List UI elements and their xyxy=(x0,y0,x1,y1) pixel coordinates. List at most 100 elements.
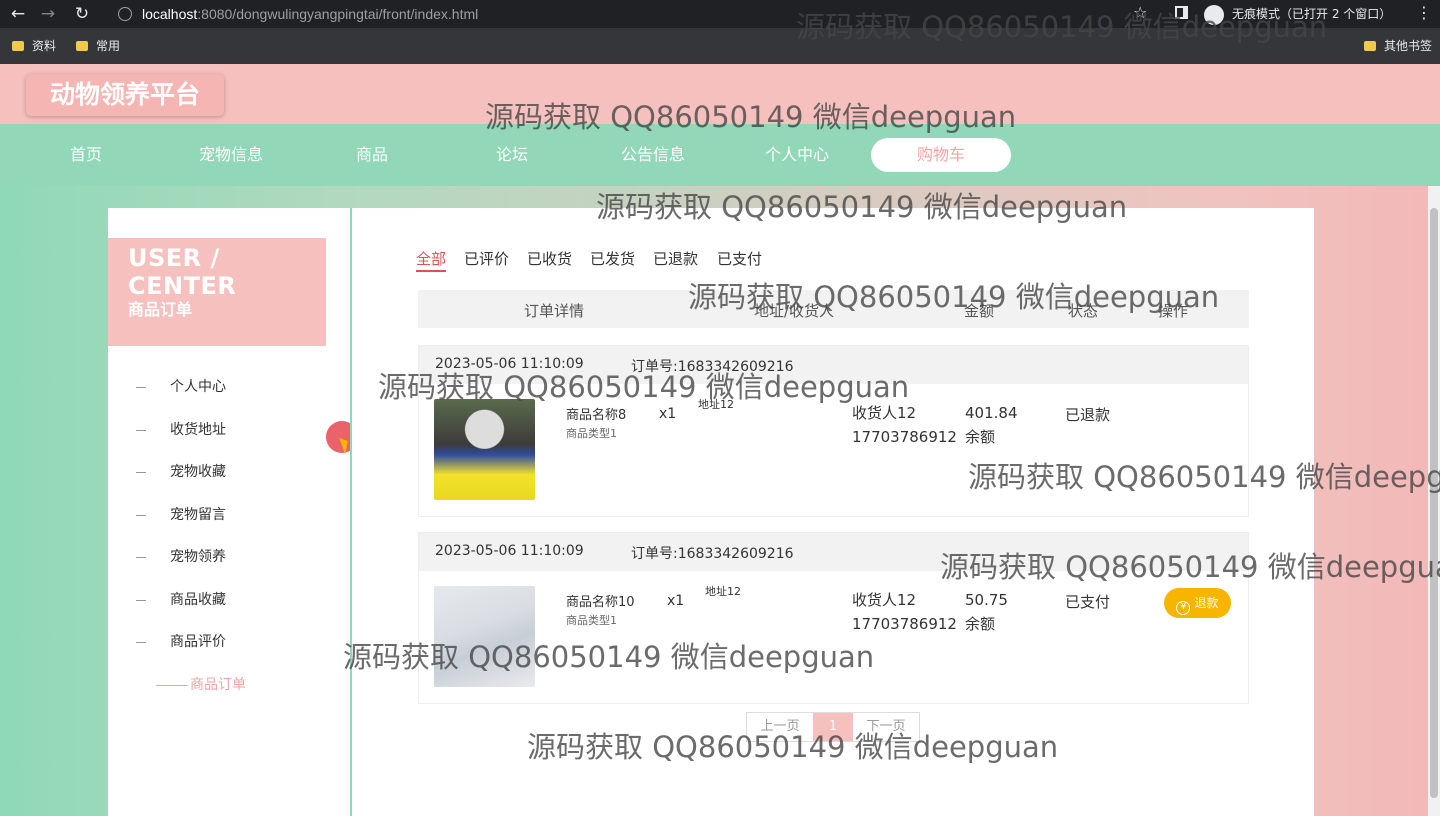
tab-received[interactable]: 已收货 xyxy=(527,248,572,270)
order-row-header: 2023-05-06 11:10:09 订单号:1683342609216 xyxy=(419,533,1248,571)
sidebar-item-label: 收货地址 xyxy=(170,422,226,438)
order-number: 订单号:1683342609216 xyxy=(631,359,794,375)
sidebar-item-label: 宠物领养 xyxy=(170,549,226,565)
order-amount: 401.84 余额 xyxy=(965,401,1018,449)
tab-refunded[interactable]: 已退款 xyxy=(653,248,698,270)
sidebar-item-address[interactable]: 收货地址 xyxy=(136,418,226,442)
order-status: 已支付 xyxy=(1065,593,1111,611)
page-scrollbar[interactable] xyxy=(1428,186,1440,816)
order-receiver: 收货人12 17703786912 xyxy=(852,588,957,636)
column-header: 金额 xyxy=(964,302,995,320)
refund-button-label: 退款 xyxy=(1194,596,1219,610)
browser-toolbar: ← → ↻ localhost:8080/dongwulingyangpingt… xyxy=(0,0,1440,28)
url-path: :8080/dongwulingyangpingtai/front/index.… xyxy=(197,6,479,22)
incognito-icon xyxy=(1204,4,1224,25)
nav-goods[interactable]: 商品 xyxy=(336,138,408,172)
sidebar-title: USER / CENTER xyxy=(128,244,237,300)
nav-cart[interactable]: 购物车 xyxy=(871,138,1011,172)
main-nav: 首页 宠物信息 商品 论坛 公告信息 个人中心 购物车 xyxy=(0,124,1440,186)
order-row-header: 2023-05-06 11:10:09 订单号:1683342609216 xyxy=(419,346,1248,384)
sidebar-item-goods-favorites[interactable]: 商品收藏 xyxy=(136,588,226,612)
prev-page-button[interactable]: 上一页 xyxy=(747,713,813,741)
bookmark-star-icon[interactable]: ☆ xyxy=(1133,3,1147,22)
menu-icon[interactable]: ⋮ xyxy=(1416,3,1432,22)
order-address: 地址12 xyxy=(705,585,741,598)
sidebar-item-label: 商品评价 xyxy=(170,634,226,650)
dash-icon xyxy=(136,556,146,558)
column-header: 状态 xyxy=(1068,302,1099,320)
address-bar[interactable]: localhost:8080/dongwulingyangpingtai/fro… xyxy=(106,2,1156,26)
product-name[interactable]: 商品名称8 xyxy=(566,404,626,423)
dash-icon xyxy=(136,514,146,516)
order-amount: 50.75 余额 xyxy=(965,588,1008,636)
product-quantity: x1 xyxy=(659,406,677,422)
bookmarks-bar: 资料 常用 其他书签 xyxy=(0,28,1440,64)
scrollbar-thumb[interactable] xyxy=(1430,208,1438,798)
current-page[interactable]: 1 xyxy=(813,713,853,741)
sidebar-icon[interactable] xyxy=(1175,6,1188,19)
dash-icon xyxy=(136,386,146,388)
order-time: 2023-05-06 11:10:09 xyxy=(435,356,584,372)
sidebar-item-label: 宠物留言 xyxy=(170,507,226,523)
dash-icon xyxy=(136,599,146,601)
nav-forum[interactable]: 论坛 xyxy=(476,138,548,172)
payment-method: 余额 xyxy=(965,615,996,633)
site-logo[interactable]: 动物领养平台 xyxy=(26,74,224,116)
amount-value: 50.75 xyxy=(965,591,1008,609)
sidebar-subtitle: 商品订单 xyxy=(128,300,193,319)
bookmark-folder[interactable]: 资料 xyxy=(12,38,56,54)
order-number: 订单号:1683342609216 xyxy=(631,546,794,562)
tab-reviewed[interactable]: 已评价 xyxy=(464,248,509,270)
nav-home[interactable]: 首页 xyxy=(50,138,122,172)
product-name[interactable]: 商品名称10 xyxy=(566,591,635,610)
user-center-sidebar: USER / CENTER 商品订单 个人中心 收货地址 宠物收藏 宠物留言 宠… xyxy=(108,208,350,816)
forward-icon[interactable]: → xyxy=(38,4,58,24)
bookmark-label: 其他书签 xyxy=(1384,39,1433,53)
bookmark-folder[interactable]: 常用 xyxy=(76,38,120,54)
sidebar-item-goods-reviews[interactable]: 商品评价 xyxy=(136,630,226,654)
dash-icon xyxy=(136,471,146,473)
next-page-button[interactable]: 下一页 xyxy=(853,713,919,741)
nav-notice[interactable]: 公告信息 xyxy=(608,138,698,172)
pagination: 上一页 1 下一页 xyxy=(746,712,920,742)
sidebar-item-user-center[interactable]: 个人中心 xyxy=(136,375,226,399)
tab-all[interactable]: 全部 xyxy=(416,248,447,272)
sidebar-item-pet-adoption[interactable]: 宠物领养 xyxy=(136,545,226,569)
yen-icon: ¥ xyxy=(1176,601,1191,615)
tab-shipped[interactable]: 已发货 xyxy=(590,248,635,270)
bookmark-label: 常用 xyxy=(96,39,121,53)
dash-icon xyxy=(156,684,188,686)
back-icon[interactable]: ← xyxy=(8,4,28,24)
sidebar-item-pet-favorites[interactable]: 宠物收藏 xyxy=(136,460,226,484)
order-row: 2023-05-06 11:10:09 订单号:1683342609216 商品… xyxy=(418,532,1249,704)
tab-paid[interactable]: 已支付 xyxy=(717,248,762,270)
product-type: 商品类型1 xyxy=(566,614,617,627)
nav-user-center[interactable]: 个人中心 xyxy=(752,138,842,172)
sidebar-item-label: 商品收藏 xyxy=(170,592,226,608)
incognito-indicator[interactable]: 无痕模式（已打开 2 个窗口） xyxy=(1204,3,1391,25)
receiver-name: 收货人12 xyxy=(852,591,917,609)
sidebar-item-goods-orders[interactable]: 商品订单 xyxy=(156,673,246,697)
url-host: localhost xyxy=(142,6,198,22)
dash-icon xyxy=(136,641,146,643)
order-receiver: 收货人12 17703786912 xyxy=(852,401,957,449)
other-bookmarks[interactable]: 其他书签 xyxy=(1364,38,1432,54)
receiver-phone: 17703786912 xyxy=(852,615,957,633)
product-image[interactable] xyxy=(434,586,535,687)
sidebar-item-label: 宠物收藏 xyxy=(170,464,226,480)
receiver-phone: 17703786912 xyxy=(852,428,957,446)
amount-value: 401.84 xyxy=(965,404,1018,422)
nav-pet-info[interactable]: 宠物信息 xyxy=(186,138,276,172)
sidebar-item-pet-messages[interactable]: 宠物留言 xyxy=(136,503,226,527)
bookmark-label: 资料 xyxy=(32,39,57,53)
reload-icon[interactable]: ↻ xyxy=(72,4,92,24)
product-image[interactable] xyxy=(434,399,535,500)
site-info-icon[interactable] xyxy=(118,7,132,21)
folder-icon xyxy=(1364,41,1376,51)
orders-table-header: 订单详情 地址/收货人 金额 状态 操作 xyxy=(418,290,1249,328)
refund-button[interactable]: ¥ 退款 xyxy=(1164,588,1231,618)
payment-method: 余额 xyxy=(965,428,996,446)
dash-icon xyxy=(136,429,146,431)
order-time: 2023-05-06 11:10:09 xyxy=(435,543,584,559)
product-type: 商品类型1 xyxy=(566,427,617,440)
